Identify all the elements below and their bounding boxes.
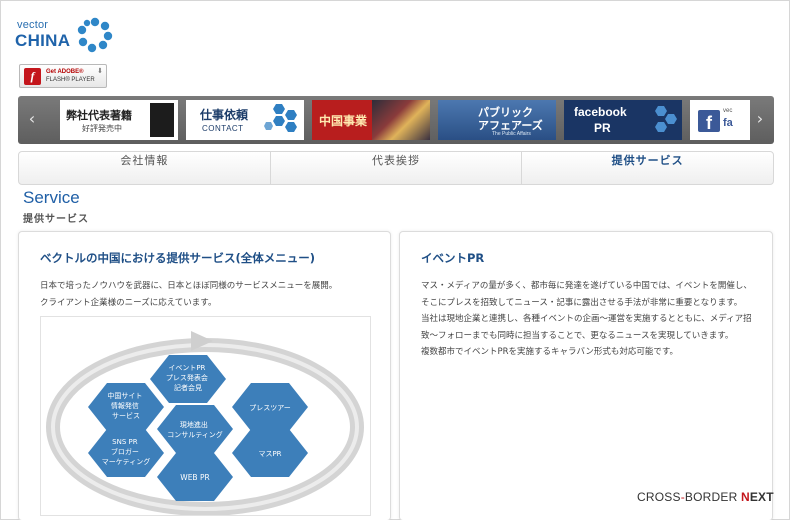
tab-company-info[interactable]: 会社情報 — [19, 152, 271, 184]
cross-border-next-logo: CROSS-BORDER NEXT — [637, 490, 774, 504]
logo-flower-icon — [77, 17, 113, 53]
banner-carousel: ‹ 弊社代表著籍 好評発売中 仕事依頼 CONTACT 中国事業 パブリック ア… — [18, 96, 774, 144]
page-title: Service — [23, 188, 80, 207]
hexagon-pattern-icon — [264, 104, 297, 132]
banner-facebook-pr[interactable]: facebook PR — [564, 100, 682, 140]
hex-mass-pr: マスPR — [232, 429, 308, 477]
tab-greeting[interactable]: 代表挨拶 — [271, 152, 523, 184]
svg-text:WEB PR: WEB PR — [180, 473, 209, 482]
description-line: そこにプレスを招致してニュース・記事に露出させる手法が非常に重要となります。 — [421, 297, 743, 308]
vector-china-logo[interactable]: vector CHINA — [15, 17, 115, 53]
svg-text:プレスツアー: プレスツアー — [249, 404, 291, 412]
description-line: クライアント企業様のニーズに応えています。 — [40, 297, 217, 308]
tab-services[interactable]: 提供サービス — [522, 152, 773, 184]
page-subtitle: 提供サービス — [23, 214, 89, 225]
hex-web-pr: WEB PR — [157, 453, 233, 501]
facebook-icon: f — [698, 110, 720, 133]
banner-vector-facebook-line-2: fa — [723, 117, 733, 129]
description-line: 致～フォローまでも同時に担当することで、更なるニュースを実現していきます。 — [421, 330, 734, 341]
footer-logo-ext: EXT — [749, 490, 774, 504]
service-menu-panel: ベクトルの中国における提供サービス(全体メニュー) 日本で培ったノウハウを武器に… — [18, 231, 391, 520]
service-menu-description: 日本で培ったノウハウを武器に、日本とほぼ同様のサービスメニューを展開。 クライア… — [40, 278, 337, 311]
description-line: 複数都市でイベントPRを実施するキャラバン形式も対応可能です。 — [421, 347, 679, 357]
banner-china-business-title: 中国事業 — [319, 114, 368, 128]
banner-contact-title: 仕事依頼 — [200, 108, 249, 122]
logo-line-1: vector — [17, 19, 49, 31]
banner-public-affairs[interactable]: パブリック アフェアーズ The Public Affairs — [438, 100, 556, 140]
hexagon-pattern-icon — [655, 106, 677, 132]
banner-china-business[interactable]: 中国事業 — [312, 100, 430, 140]
hex-press-tour: プレスツアー — [232, 383, 308, 431]
event-pr-panel: イベントPR マス・メディアの量が多く、都市毎に発達を遂げている中国では、イベン… — [399, 231, 773, 520]
hex-sns-pr: SNS PR ブロガー マーケティング — [88, 429, 164, 477]
banner-vector-facebook-line-1: vec — [723, 108, 733, 114]
flash-line-2: FLASH® PLAYER — [46, 77, 95, 83]
svg-text:マスPR: マスPR — [258, 450, 281, 458]
banner-facebook-pr-line-1: facebook — [574, 105, 627, 119]
section-nav: 会社情報 代表挨拶 提供サービス — [18, 151, 774, 185]
city-photo — [372, 100, 430, 140]
service-menu-heading: ベクトルの中国における提供サービス(全体メニュー) — [40, 251, 316, 265]
banner-vector-facebook[interactable]: f vec fa — [690, 100, 750, 140]
hex-event-pr: イベントPR プレス発表会 記者会見 — [150, 355, 226, 403]
banner-book-subtitle: 好評発売中 — [82, 124, 122, 133]
banner-contact-subtitle: CONTACT — [202, 124, 244, 133]
banner-contact[interactable]: 仕事依頼 CONTACT — [186, 100, 304, 140]
description-line: マス・メディアの量が多く、都市毎に発達を遂げている中国では、イベントを開催し、 — [421, 281, 752, 291]
description-line: 当社は現地企業と連携し、各種イベントの企画～運営を実施するとともに、メディア招 — [421, 314, 752, 324]
download-arrow-icon: ⬇ — [97, 67, 103, 75]
hex-china-site: 中国サイト 情報発信 サービス — [88, 383, 164, 431]
book-cover-image — [150, 103, 174, 137]
flash-line-1: Get ADOBE® — [46, 69, 84, 75]
get-flash-player-badge[interactable]: f Get ADOBE® FLASH® PLAYER ⬇ — [19, 64, 107, 88]
footer-logo-part-2: BORDER — [684, 490, 741, 504]
carousel-next-button[interactable]: › — [746, 96, 774, 144]
svg-text:中国サイト 情報発信: 中国サイト 情報発信 サービス — [107, 391, 144, 420]
logo-line-2: CHINA — [15, 31, 71, 50]
event-pr-description: マス・メディアの量が多く、都市毎に発達を遂げている中国では、イベントを開催し、 … — [421, 278, 761, 361]
flash-icon: f — [24, 68, 41, 85]
hex-local-consulting: 現地進出 コンサルティング — [157, 405, 233, 453]
banner-public-affairs-line-3: The Public Affairs — [492, 131, 531, 137]
service-diagram: イベントPR プレス発表会 記者会見 中国サイト 情報発信 サービス プレスツア… — [40, 316, 371, 516]
footer-logo-part-1: CROSS — [637, 490, 681, 504]
footer-logo-n: N — [740, 490, 750, 504]
banner-book-title: 弊社代表著籍 — [66, 109, 132, 122]
description-line: 日本で培ったノウハウを武器に、日本とほぼ同様のサービスメニューを展開。 — [40, 281, 338, 291]
carousel-prev-button[interactable]: ‹ — [18, 96, 46, 144]
event-pr-heading: イベントPR — [421, 251, 485, 265]
banner-facebook-pr-line-2: PR — [594, 121, 611, 135]
banner-book[interactable]: 弊社代表著籍 好評発売中 — [60, 100, 178, 140]
service-diagram-graphic: イベントPR プレス発表会 記者会見 中国サイト 情報発信 サービス プレスツア… — [46, 331, 364, 516]
